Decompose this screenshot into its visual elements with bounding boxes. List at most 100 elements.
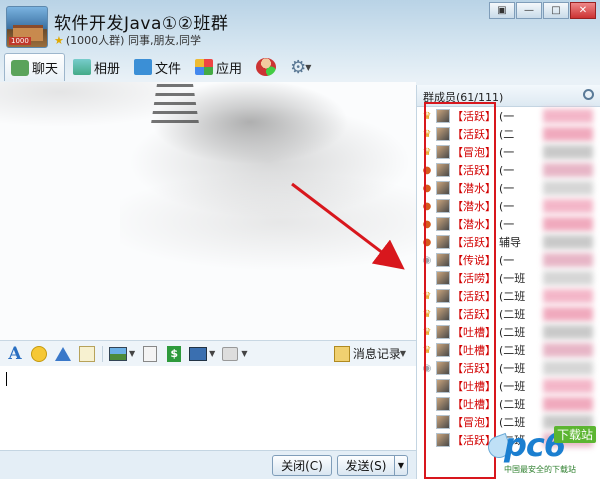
member-name: (一	[499, 164, 515, 177]
close-icon[interactable]: ✕	[570, 2, 596, 19]
member-avatar[interactable]	[436, 217, 450, 231]
blurred-name	[543, 199, 593, 213]
group-title[interactable]: 软件开发Java①②班群	[54, 9, 228, 34]
member-tag: 【活跃】	[452, 308, 496, 321]
note-icon	[79, 345, 95, 362]
send-options-button[interactable]: ▼	[394, 455, 408, 476]
minimize-icon[interactable]: —	[516, 2, 542, 19]
member-row[interactable]: ♛ 【活跃】 (二	[417, 125, 600, 143]
admin-icon: ●	[422, 218, 432, 230]
member-avatar[interactable]	[436, 325, 450, 339]
tab-apps[interactable]: 应用	[189, 54, 248, 80]
member-name: (一	[499, 182, 515, 195]
member-row[interactable]: ♛ 【吐槽】 (二班	[417, 341, 600, 359]
send-button[interactable]: 发送(S)	[337, 455, 395, 476]
member-avatar[interactable]	[436, 199, 450, 213]
member-row[interactable]: ♛ 【活跃】 (二班	[417, 305, 600, 323]
emoji-button[interactable]	[30, 345, 48, 363]
tab-album[interactable]: 相册	[67, 54, 126, 80]
blurred-name	[543, 289, 593, 303]
more-icon	[222, 346, 239, 361]
member-row[interactable]: ♛ 【冒泡】 (一	[417, 143, 600, 161]
member-tag: 【潜水】	[452, 200, 496, 213]
note-button[interactable]	[78, 345, 96, 363]
member-tag: 【潜水】	[452, 182, 496, 195]
member-avatar[interactable]	[436, 109, 450, 123]
member-name: (一班	[499, 380, 526, 393]
member-row[interactable]: ♛ 【活跃】 (二班	[417, 287, 600, 305]
blurred-name	[543, 307, 593, 321]
admin-icon: ●	[422, 200, 432, 212]
member-avatar[interactable]	[436, 307, 450, 321]
message-history[interactable]	[0, 82, 416, 340]
group-avatar-label: 1000	[9, 37, 31, 45]
member-row[interactable]: ♛ 【吐槽】 (二班	[417, 323, 600, 341]
member-avatar[interactable]	[436, 163, 450, 177]
chevron-down-icon[interactable]: ▼	[241, 349, 247, 358]
member-avatar[interactable]	[436, 433, 450, 447]
member-avatar[interactable]	[436, 415, 450, 429]
tab-chat-label: 聊天	[32, 62, 59, 77]
crown-icon: ♛	[422, 110, 432, 122]
member-row[interactable]: ● 【潜水】 (一	[417, 179, 600, 197]
member-avatar[interactable]	[436, 127, 450, 141]
member-avatar[interactable]	[436, 253, 450, 267]
admin-icon: ●	[422, 182, 432, 194]
blurred-name	[543, 361, 593, 375]
screen-icon	[189, 346, 208, 361]
more-button[interactable]	[221, 345, 239, 363]
tab-files-label: 文件	[155, 61, 182, 77]
member-avatar[interactable]	[436, 379, 450, 393]
member-list[interactable]: ♛ 【活跃】 (一 ♛ 【活跃】 (二 ♛ 【冒泡】 (一 ● 【活跃】 (一 ● 【潜水】 (一 ● 【潜水】…	[417, 107, 600, 449]
member-row[interactable]: 【吐槽】 (一班	[417, 377, 600, 395]
album-icon	[73, 59, 92, 75]
gear-icon: ⚙	[290, 56, 307, 78]
member-row[interactable]: ◉ 【活跃】 (一班	[417, 359, 600, 377]
payment-button[interactable]: $	[165, 345, 183, 363]
member-avatar[interactable]	[436, 145, 450, 159]
maximize-icon[interactable]: □	[543, 2, 569, 19]
member-row[interactable]: ♛ 【活跃】 (一	[417, 107, 600, 125]
member-row[interactable]: ● 【活跃】 辅导	[417, 233, 600, 251]
member-row[interactable]: ● 【潜水】 (一	[417, 215, 600, 233]
member-avatar[interactable]	[436, 271, 450, 285]
member-row[interactable]: 【吐槽】 (二班	[417, 395, 600, 413]
member-name: (一	[499, 200, 515, 213]
member-row[interactable]: ◉ 【传说】 (一	[417, 251, 600, 269]
member-avatar[interactable]	[436, 361, 450, 375]
badge-placeholder	[421, 416, 433, 428]
tab-files[interactable]: 文件	[128, 54, 187, 80]
tab-chat[interactable]: 聊天	[4, 53, 66, 81]
screenshot-button[interactable]	[189, 345, 208, 363]
shake-button[interactable]	[54, 345, 72, 363]
member-row[interactable]: ● 【潜水】 (一	[417, 197, 600, 215]
member-avatar[interactable]	[436, 235, 450, 249]
restore-icon[interactable]: ▣	[489, 2, 515, 19]
member-avatar[interactable]	[436, 397, 450, 411]
member-avatar[interactable]	[436, 343, 450, 357]
document-button[interactable]	[141, 345, 159, 363]
member-tag: 【活跃】	[452, 290, 496, 303]
member-name: (一	[499, 146, 515, 159]
search-icon[interactable]	[583, 89, 594, 100]
shake-icon	[55, 346, 71, 361]
image-button[interactable]	[109, 345, 127, 363]
message-history-button[interactable]: 消息记录 ▼	[333, 345, 406, 362]
tab-bar: 聊天 相册 文件 应用 ⚙ ▼	[0, 52, 317, 82]
blurred-name	[543, 109, 593, 123]
chevron-down-icon[interactable]: ▼	[209, 349, 215, 358]
close-button[interactable]: 关闭(C)	[272, 455, 332, 476]
member-avatar[interactable]	[436, 289, 450, 303]
chevron-down-icon[interactable]: ▼	[129, 349, 135, 358]
message-input[interactable]	[0, 366, 416, 450]
member-avatar[interactable]	[436, 181, 450, 195]
blurred-name	[543, 397, 593, 411]
member-row[interactable]: 【活唠】 (一班	[417, 269, 600, 287]
member-row[interactable]: ● 【活跃】 (一	[417, 161, 600, 179]
add-member-button[interactable]	[250, 54, 282, 80]
member-name: (一	[499, 254, 515, 267]
member-name: (一	[499, 218, 515, 231]
settings-button[interactable]: ⚙ ▼	[284, 54, 317, 80]
font-icon[interactable]: A	[6, 344, 24, 364]
group-avatar[interactable]: 1000	[6, 6, 48, 48]
